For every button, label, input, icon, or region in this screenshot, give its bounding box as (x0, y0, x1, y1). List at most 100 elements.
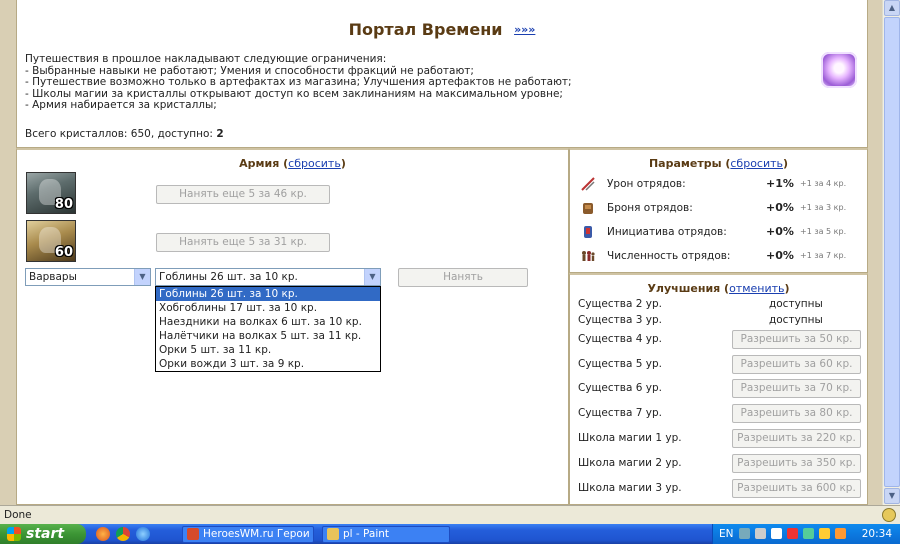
windows-taskbar: start HeroesWM.ru Герои ... pl - Paint E… (0, 524, 900, 544)
params-panel: Параметры (сбросить) Урон отрядов: +1% +… (569, 148, 868, 273)
language-indicator[interactable]: EN (719, 528, 734, 540)
param-cost[interactable]: +1 за 5 кр. (800, 227, 846, 236)
dropdown-option[interactable]: Налётчики на волках 5 шт. за 11 кр. (156, 329, 380, 343)
portal-title-text: Портал Времени (348, 20, 503, 39)
param-row-armor: Броня отрядов: +0% +1 за 3 кр. (578, 198, 862, 218)
params-title-text: Параметры (648, 157, 722, 170)
initiative-icon (584, 226, 592, 238)
unit-portrait-2: 60 (26, 220, 76, 262)
crystal-portal-icon (821, 52, 857, 88)
taskbar-task-paint[interactable]: pl - Paint (322, 526, 450, 543)
portal-more-link[interactable]: »»» (514, 23, 535, 36)
start-label: start (26, 526, 65, 542)
upgrade-status: доступны (769, 314, 823, 326)
armor-icon (583, 203, 593, 214)
upgrade-label: Существа 2 ур. (578, 298, 662, 310)
tray-icon[interactable] (835, 528, 846, 539)
army-reset-link[interactable]: сбросить (288, 157, 341, 170)
scroll-up-icon[interactable]: ▲ (884, 0, 900, 16)
browser-status-bar: Done (0, 505, 900, 524)
restrictions-intro: Путешествия в прошлое накладывают следую… (25, 53, 387, 65)
army-title-text: Армия (239, 157, 280, 170)
army-title: Армия (сбросить) (239, 157, 346, 170)
restriction-item: - Путешествие возможно только в артефакт… (25, 76, 572, 88)
hire-more-button-1[interactable]: Нанять еще 5 за 46 кр. (156, 185, 330, 204)
numbers-icon (582, 251, 595, 261)
hire-more-button-2[interactable]: Нанять еще 5 за 31 кр. (156, 233, 330, 252)
tray-icon[interactable] (803, 528, 814, 539)
param-cost[interactable]: +1 за 3 кр. (800, 203, 846, 212)
params-reset-link[interactable]: сбросить (730, 157, 783, 170)
dropdown-option[interactable]: Орки вожди 3 шт. за 9 кр. (156, 357, 380, 371)
help-icon[interactable] (771, 528, 782, 539)
tray-icon[interactable] (819, 528, 830, 539)
upgrade-label: Школа магии 2 ур. (578, 457, 682, 469)
unlock-button[interactable]: Разрешить за 220 кр. (732, 429, 861, 448)
portal-panel: Портал Времени »»» Путешествия в прошлое… (16, 0, 868, 148)
param-value: +0% (766, 249, 794, 262)
unlock-button[interactable]: Разрешить за 60 кр. (732, 355, 861, 374)
dropdown-option[interactable]: Наездники на волках 6 шт. за 10 кр. (156, 315, 380, 329)
param-cost[interactable]: +1 за 7 кр. (800, 251, 846, 260)
upgrades-title: Улучшения (отменить) (647, 282, 790, 295)
dropdown-option[interactable]: Орки 5 шт. за 11 кр. (156, 343, 380, 357)
security-zone-icon (882, 508, 896, 522)
scroll-down-icon[interactable]: ▼ (884, 488, 900, 504)
upgrade-label: Существа 6 ур. (578, 382, 662, 394)
taskbar-task-browser[interactable]: HeroesWM.ru Герои ... (182, 526, 314, 543)
param-label: Численность отрядов: (607, 250, 731, 262)
scrollbar-thumb[interactable] (884, 17, 900, 487)
upgrade-label: Школа магии 3 ур. (578, 482, 682, 494)
unlock-button[interactable]: Разрешить за 600 кр. (732, 479, 861, 498)
damage-icon (581, 177, 595, 191)
dropdown-option[interactable]: Хобгоблины 17 шт. за 10 кр. (156, 301, 380, 315)
upgrade-row: Существа 3 ур. доступны (578, 311, 862, 331)
faction-select-value: Варвары (29, 271, 77, 283)
dropdown-option[interactable]: Гоблины 26 шт. за 10 кр. (156, 287, 380, 301)
param-row-numbers: Численность отрядов: +0% +1 за 7 кр. (578, 246, 862, 266)
params-title: Параметры (сбросить) (648, 157, 789, 170)
system-tray: EN 20:34 (712, 524, 900, 544)
vertical-scrollbar[interactable]: ▲ ▼ (882, 0, 900, 505)
browser-task-icon (187, 528, 199, 540)
paint-task-icon (327, 528, 339, 540)
status-text: Done (4, 509, 32, 521)
start-button[interactable]: start (0, 524, 86, 544)
unlock-button[interactable]: Разрешить за 80 кр. (732, 404, 861, 423)
param-label: Урон отрядов: (607, 178, 686, 190)
portal-restrictions: Путешествия в прошлое накладывают следую… (25, 53, 572, 112)
unlock-button[interactable]: Разрешить за 350 кр. (732, 454, 861, 473)
tray-icon[interactable] (787, 528, 798, 539)
upgrade-label: Существа 4 ур. (578, 333, 662, 345)
creature-dropdown-list[interactable]: Гоблины 26 шт. за 10 кр. Хобгоблины 17 ш… (155, 286, 381, 372)
param-label: Инициатива отрядов: (607, 226, 727, 238)
restriction-item: - Армия набирается за кристаллы; (25, 99, 217, 111)
chevron-down-icon[interactable]: ▼ (134, 269, 150, 285)
unlock-button[interactable]: Разрешить за 70 кр. (732, 379, 861, 398)
tray-icon[interactable] (739, 528, 750, 539)
unit-portrait-1: 80 (26, 172, 76, 214)
crystals-summary: Всего кристаллов: 650, доступно: 2 (25, 128, 224, 140)
upgrades-title-text: Улучшения (647, 282, 721, 295)
upgrades-panel: Улучшения (отменить) Существа 2 ур. дост… (569, 273, 868, 505)
upgrade-label: Существа 3 ур. (578, 314, 662, 326)
upgrade-label: Существа 7 ур. (578, 407, 662, 419)
chrome-icon[interactable] (116, 527, 130, 541)
clock[interactable]: 20:34 (862, 528, 892, 540)
creature-select[interactable]: Гоблины 26 шт. за 10 кр. ▼ (155, 268, 381, 286)
crystals-text: Всего кристаллов: 650, доступно: (25, 128, 213, 140)
unit-count: 60 (54, 245, 73, 260)
unit-count: 80 (54, 197, 73, 212)
firefox-icon[interactable] (96, 527, 110, 541)
unlock-button[interactable]: Разрешить за 50 кр. (732, 330, 861, 349)
faction-select[interactable]: Варвары ▼ (25, 268, 151, 286)
task-label: HeroesWM.ru Герои ... (203, 528, 314, 540)
upgrade-status: доступны (769, 298, 823, 310)
hire-button[interactable]: Нанять (398, 268, 528, 287)
param-cost[interactable]: +1 за 4 кр. (800, 179, 846, 188)
tray-icon[interactable] (755, 528, 766, 539)
ie-icon[interactable] (136, 527, 150, 541)
param-row-damage: Урон отрядов: +1% +1 за 4 кр. (578, 174, 862, 194)
upgrades-cancel-link[interactable]: отменить (729, 282, 784, 295)
chevron-down-icon[interactable]: ▼ (364, 269, 380, 285)
